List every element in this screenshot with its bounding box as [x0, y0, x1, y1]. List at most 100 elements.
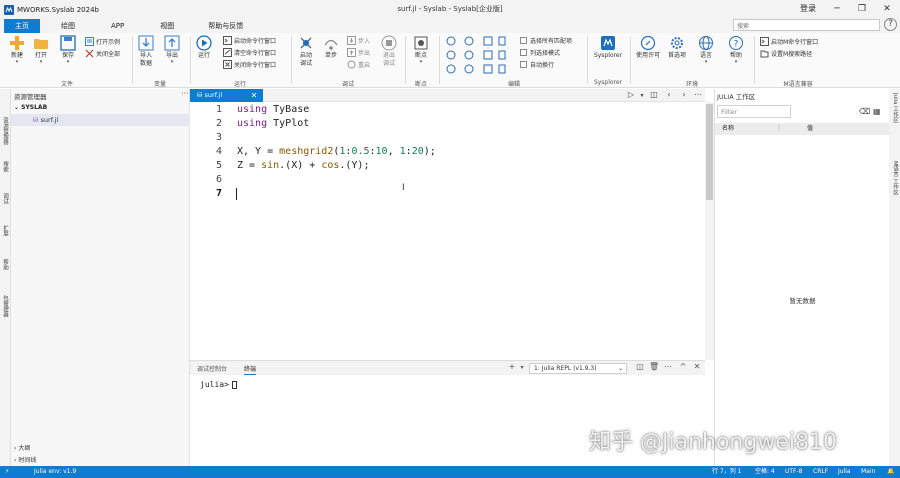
select-all-matches-checkbox[interactable]: [520, 37, 527, 44]
file-item-surf[interactable]: ⛁ surf.jl: [11, 114, 190, 126]
tab-app[interactable]: APP: [100, 19, 135, 33]
group-label-sysplorer: Sysplorer: [593, 79, 623, 86]
tab-view[interactable]: 视图: [149, 19, 185, 33]
new-button[interactable]: 新建 ▾: [7, 35, 27, 65]
column-divider: |: [778, 124, 781, 131]
terminal-dropdown-icon[interactable]: ▾: [517, 364, 527, 371]
start-cmd-window-button[interactable]: 启动命令行窗口: [223, 35, 276, 46]
maximize-panel-icon[interactable]: ^: [678, 362, 688, 371]
step-button[interactable]: 单步: [321, 35, 341, 60]
tab-home[interactable]: 主页: [4, 19, 40, 33]
close-panel-icon[interactable]: ✕: [692, 362, 702, 371]
login-button[interactable]: 登录: [800, 3, 816, 14]
remote-icon[interactable]: ⚡: [5, 466, 9, 478]
column-header-name[interactable]: 名称: [722, 123, 734, 135]
workspace-root-folder[interactable]: ⌄ SYSLAB: [14, 104, 47, 111]
tab-close-icon[interactable]: ✕: [249, 89, 259, 102]
workspace-filter-input[interactable]: Filter: [717, 105, 791, 118]
open-examples-button[interactable]: 打开示例: [85, 36, 120, 47]
clear-cmd-window-button[interactable]: 清空命令行窗口: [223, 47, 276, 58]
run-file-icon[interactable]: ▷: [626, 90, 636, 99]
editor-scrollbar-thumb[interactable]: [706, 104, 713, 200]
repl-select[interactable]: 1: Julia REPL (v1.9.3) ⌄: [529, 363, 627, 374]
back-icon[interactable]: ‹: [664, 90, 674, 99]
new-terminal-icon[interactable]: +: [507, 362, 517, 371]
open-button[interactable]: 打开 ▾: [31, 35, 51, 65]
column-select-checkbox[interactable]: [520, 49, 527, 56]
close-icon[interactable]: ✕: [879, 2, 895, 16]
status-language[interactable]: Julia: [838, 466, 851, 478]
export-button[interactable]: 导出 ▾: [162, 35, 182, 65]
tab-help-feedback[interactable]: 帮助与反馈: [197, 19, 254, 33]
editor-tab-surf[interactable]: ⛁ surf.jl ✕: [190, 89, 263, 102]
breakpoint-button[interactable]: 断点 ▾: [410, 35, 432, 65]
set-m-path-button[interactable]: 设置M搜索路径: [760, 48, 812, 59]
close-cmd-window-button[interactable]: 关闭命令行窗口: [223, 59, 276, 70]
help-icon[interactable]: ?: [884, 18, 897, 31]
column-select-toggle[interactable]: 列选择模式: [520, 47, 560, 58]
select-all-matches-button[interactable]: 选择所有匹配项: [520, 35, 572, 46]
preferences-button[interactable]: 首选项: [664, 35, 690, 60]
column-header-value[interactable]: 值: [807, 123, 813, 135]
code-line: 1 using TyBase: [190, 103, 700, 117]
notifications-bell-icon[interactable]: 🔔: [887, 466, 894, 478]
step-over-icon: [324, 39, 338, 50]
right-tab-m-workspace[interactable]: M语言 工作区: [891, 161, 899, 195]
status-indentation[interactable]: 空格: 4: [755, 466, 775, 478]
split-editor-icon[interactable]: ◫: [649, 90, 659, 99]
activity-package-manager[interactable]: 包管理器: [1, 295, 9, 317]
status-julia-env[interactable]: Julia env: v1.9: [34, 466, 76, 478]
step-in-button[interactable]: 步入: [347, 35, 370, 46]
activity-help[interactable]: 帮助: [1, 259, 9, 270]
split-terminal-icon[interactable]: ◫: [635, 362, 645, 371]
activity-extensions[interactable]: 扩展: [1, 225, 9, 236]
panel-tab-bar: 调试控制台 终端 + ▾ 1: Julia REPL (v1.9.3) ⌄ ◫ 🗑…: [190, 360, 705, 375]
more-actions-icon[interactable]: ⋯: [663, 362, 673, 371]
sysplorer-button[interactable]: Sysplorer: [592, 35, 624, 60]
activity-debug[interactable]: 调试: [1, 193, 9, 204]
forward-icon[interactable]: ›: [679, 90, 689, 99]
tab-terminal[interactable]: 终端: [244, 364, 257, 375]
line-number: 4: [215, 146, 222, 157]
group-label-debug: 调试: [341, 81, 354, 88]
start-m-cmd-button[interactable]: 启动M命令行窗口: [760, 36, 818, 47]
status-cursor-position[interactable]: 行 7，列 1: [712, 466, 741, 478]
right-tab-julia-workspace[interactable]: Julia 工作区: [891, 93, 899, 123]
import-data-button[interactable]: 导入 数据: [136, 35, 156, 68]
language-button[interactable]: 语言 ▾: [696, 35, 716, 65]
activity-explorer[interactable]: 资源管理器: [1, 117, 9, 145]
status-eol[interactable]: CRLF: [813, 466, 828, 478]
app-title: MWORKS.Syslab 2024b: [17, 5, 99, 14]
group-divider: [439, 36, 440, 84]
run-button[interactable]: 运行: [194, 35, 214, 60]
code-editor[interactable]: 1 using TyBase 2 using TyPlot 3 4 X, Y =…: [190, 102, 705, 360]
restart-button[interactable]: 重启: [347, 59, 370, 70]
status-branch[interactable]: Main: [861, 466, 875, 478]
step-out-button[interactable]: 步出: [347, 47, 370, 58]
status-encoding[interactable]: UTF-8: [785, 466, 803, 478]
save-button[interactable]: 保存 ▾: [58, 35, 78, 65]
close-all-button[interactable]: 关闭全部: [85, 48, 120, 59]
exit-debug-button[interactable]: 退出 调试: [379, 35, 399, 68]
search-input[interactable]: 搜索: [733, 19, 880, 31]
start-debug-button[interactable]: 启动 调试: [295, 35, 317, 68]
tab-debug-console[interactable]: 调试控制台: [197, 364, 227, 373]
export-icon: [164, 35, 180, 51]
outline-section[interactable]: › 大纲: [14, 443, 30, 452]
trash-icon[interactable]: 🗑: [649, 362, 659, 371]
timeline-section[interactable]: › 时间线: [14, 455, 36, 464]
minimize-icon[interactable]: ─: [829, 2, 845, 16]
explorer-more-button[interactable]: ···: [181, 89, 189, 98]
help-button[interactable]: ? 帮助 ▾: [726, 35, 746, 65]
auto-wrap-toggle[interactable]: 自动换行: [520, 59, 554, 70]
auto-wrap-checkbox[interactable]: [520, 61, 527, 68]
clear-filter-icon[interactable]: ⌫: [859, 107, 870, 116]
grid-view-icon[interactable]: ▦: [873, 107, 881, 116]
activity-search[interactable]: 搜索: [1, 161, 9, 172]
run-dropdown-icon[interactable]: ▾: [637, 92, 647, 99]
license-button[interactable]: 使用许可: [634, 35, 662, 60]
more-actions-icon[interactable]: ⋯: [693, 90, 703, 99]
license-icon: [640, 35, 656, 51]
maximize-icon[interactable]: ❐: [854, 2, 870, 16]
tab-plot[interactable]: 绘图: [50, 19, 86, 33]
